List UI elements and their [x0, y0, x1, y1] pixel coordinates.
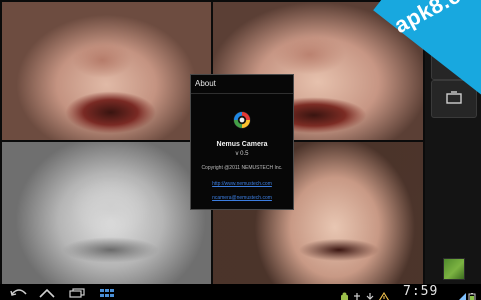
system-bar: 7:59 — [0, 284, 481, 300]
back-icon — [10, 283, 28, 300]
android-debug-icon — [341, 292, 348, 300]
menu-button[interactable] — [96, 286, 118, 298]
recent-apps-button[interactable] — [66, 286, 88, 298]
home-icon — [38, 283, 56, 300]
home-button[interactable] — [36, 286, 58, 298]
camera-screen: apk8.com About Nemus Camera v 0.5 Copyri… — [0, 0, 481, 300]
menu-icon — [99, 283, 115, 300]
signal-battery-icon[interactable] — [457, 287, 477, 300]
email-link[interactable]: ncamera@nemustech.com — [191, 195, 293, 201]
website-link[interactable]: http://www.nemustech.com — [191, 181, 293, 187]
about-dialog: About Nemus Camera v 0.5 Copyright @2011… — [190, 74, 294, 210]
warning-icon — [378, 291, 390, 300]
usb-icon — [354, 293, 360, 300]
status-clock[interactable]: 7:59 — [403, 284, 438, 299]
notification-icons[interactable] — [340, 287, 396, 300]
app-name: Nemus Camera — [216, 141, 268, 148]
copyright-text: Copyright @2011 NEMUSTECH Inc. — [201, 165, 283, 171]
dialog-divider — [191, 93, 293, 94]
dialog-title: About — [195, 79, 216, 88]
photo-top-left[interactable] — [2, 2, 211, 140]
fullscreen-icon — [445, 90, 463, 109]
download-icon — [366, 293, 374, 300]
app-logo-icon — [233, 111, 251, 129]
app-version: v 0.5 — [235, 151, 249, 157]
back-button[interactable] — [8, 286, 30, 298]
photo-bottom-left[interactable] — [2, 142, 211, 284]
gallery-thumbnail[interactable] — [443, 258, 465, 280]
recent-apps-icon — [68, 283, 86, 300]
